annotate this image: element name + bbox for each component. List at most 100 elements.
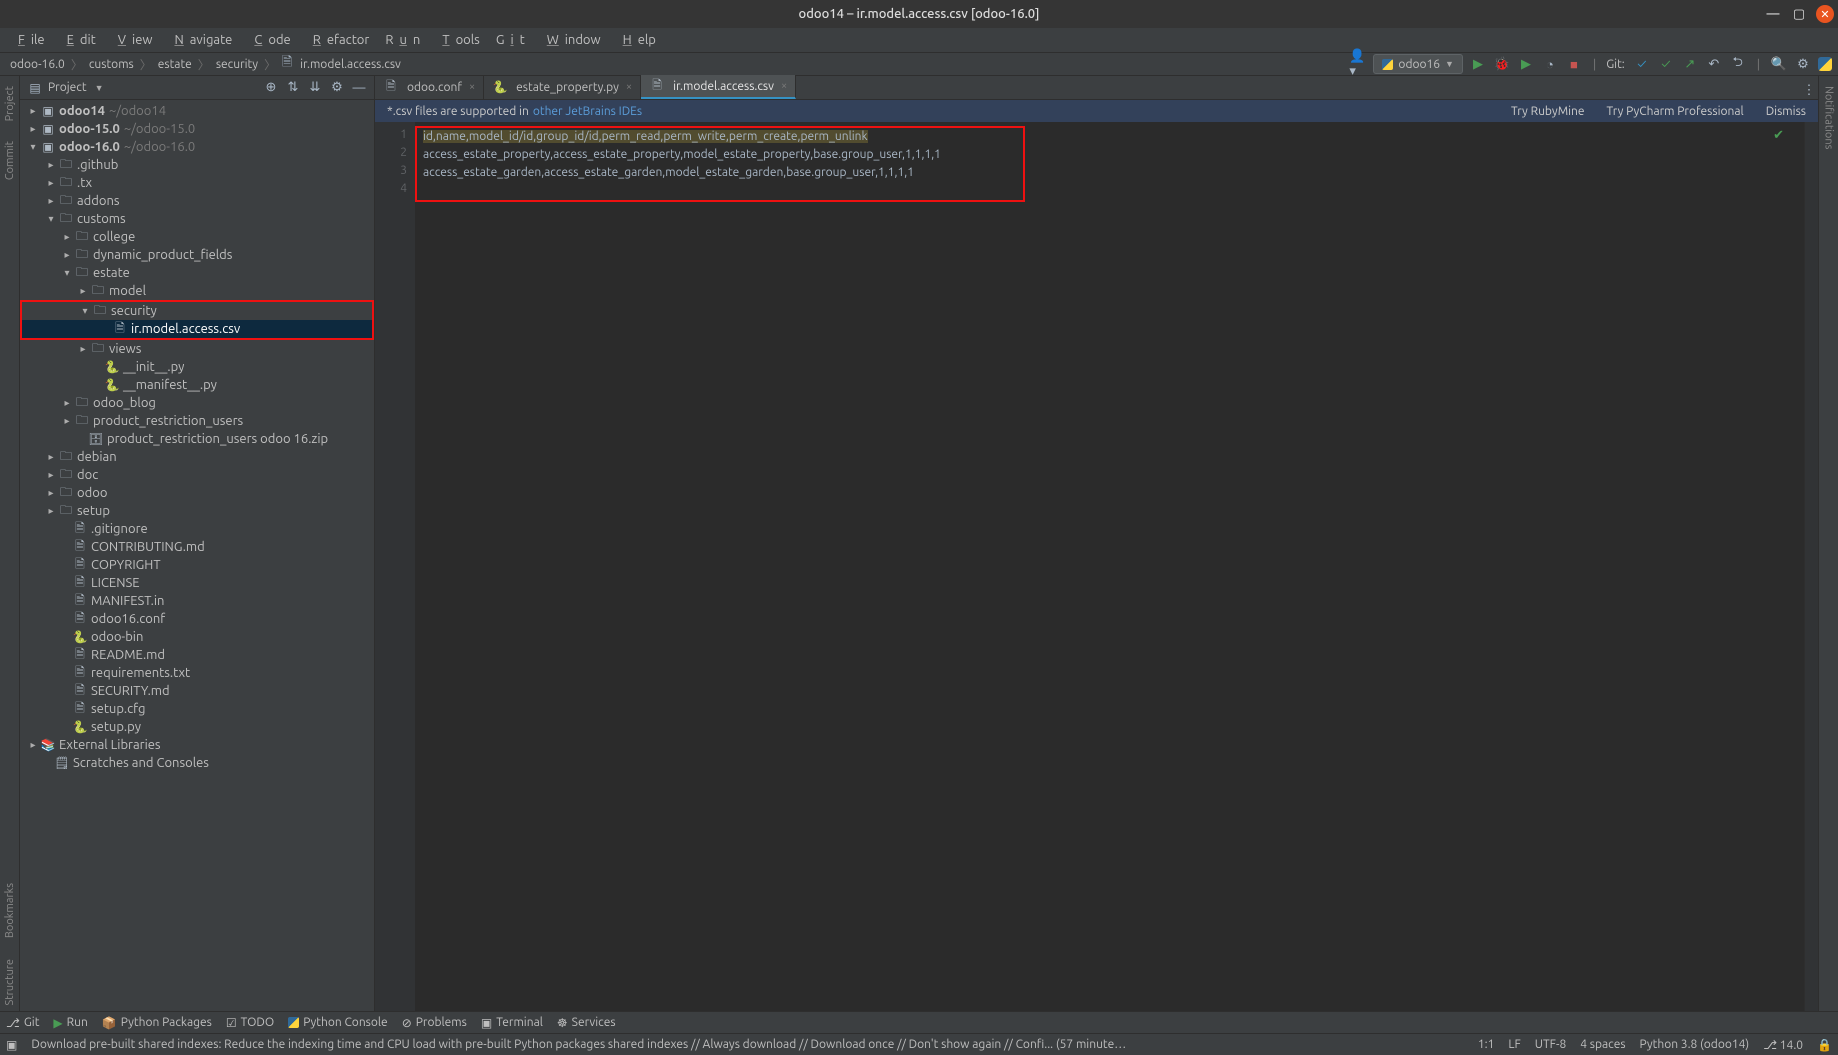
tree-gitignore[interactable]: 🗎.gitignore [20,520,374,538]
status-message[interactable]: Download pre-built shared indexes: Reduc… [31,1038,1131,1051]
vcs-update-icon[interactable]: ✓ [1633,55,1651,73]
vcs-rollback-icon[interactable]: ⮌ [1729,55,1747,73]
user-icon[interactable]: 👤▾ [1349,55,1367,73]
tool-git[interactable]: ⎇Git [6,1016,39,1030]
tool-project[interactable]: Project [4,80,16,127]
tree-model[interactable]: 🗀model [20,282,374,300]
tree-tx[interactable]: 🗀.tx [20,174,374,192]
tree-pruz[interactable]: 🗄product_restriction_users odoo 16.zip [20,430,374,448]
banner-link[interactable]: other JetBrains IDEs [533,105,642,118]
tree-doc[interactable]: 🗀doc [20,466,374,484]
tree-setup-folder[interactable]: 🗀setup [20,502,374,520]
tree-odoo16conf[interactable]: 🗎odoo16.conf [20,610,374,628]
crumb-3[interactable]: security [212,58,262,71]
debug-icon[interactable]: 🐞 [1493,55,1511,73]
tree-license[interactable]: 🗎LICENSE [20,574,374,592]
code-text[interactable]: id,name,model_id/id,group_id/id,perm_rea… [415,122,1804,1011]
tree-college[interactable]: 🗀college [20,228,374,246]
tab-odoo-conf[interactable]: 🗎odoo.conf× [375,75,484,99]
tree-github[interactable]: 🗀.github [20,156,374,174]
vcs-push-icon[interactable]: ↗ [1681,55,1699,73]
tree-odoobin[interactable]: 🐍odoo-bin [20,628,374,646]
tool-structure[interactable]: Structure [4,953,16,1012]
stop-icon[interactable]: ■ [1565,55,1583,73]
tool-terminal[interactable]: ▣Terminal [481,1016,543,1030]
profile-icon[interactable]: ◔ [1541,55,1559,73]
run-icon[interactable]: ▶ [1469,55,1487,73]
menu-window[interactable]: Window [535,33,607,47]
crumb-root[interactable]: odoo-16.0 [6,58,69,71]
file-encoding[interactable]: UTF-8 [1535,1038,1566,1051]
tree-odoo-folder[interactable]: 🗀odoo [20,484,374,502]
tree-init[interactable]: 🐍__init__.py [20,358,374,376]
caret-position[interactable]: 1:1 [1478,1038,1495,1051]
tree-iraccess[interactable]: 🗎ir.model.access.csv [22,320,372,338]
tree-contributing[interactable]: 🗎CONTRIBUTING.md [20,538,374,556]
menu-file[interactable]: File [6,33,51,47]
tool-bookmarks[interactable]: Bookmarks [4,877,16,944]
tree-views[interactable]: 🗀views [20,340,374,358]
menu-view[interactable]: View [106,33,159,47]
settings-icon[interactable]: ⚙ [1794,55,1812,73]
tree-pru[interactable]: 🗀product_restriction_users [20,412,374,430]
error-stripe[interactable] [1804,122,1818,1011]
tab-ir-model-access[interactable]: 🗎ir.model.access.csv× [641,75,796,99]
tree-addons[interactable]: 🗀addons [20,192,374,210]
run-config-select[interactable]: odoo16 ▼ [1373,54,1463,74]
tree-manifestin[interactable]: 🗎MANIFEST.in [20,592,374,610]
tree-readme[interactable]: 🗎README.md [20,646,374,664]
menu-navigate[interactable]: Navigate [162,33,238,47]
menu-git[interactable]: Git [490,33,531,47]
tool-run[interactable]: ▶Run [53,1016,87,1030]
tree-extlib[interactable]: 📚External Libraries [20,736,374,754]
tab-estate-property[interactable]: 🐍estate_property.py× [484,75,641,99]
tree-setuppy[interactable]: 🐍setup.py [20,718,374,736]
tree-security[interactable]: 🗀security [22,302,372,320]
search-icon[interactable]: 🔍 [1770,55,1788,73]
tool-services[interactable]: ☸Services [557,1016,616,1030]
run-coverage-icon[interactable]: ▶ [1517,55,1535,73]
dropdown-icon[interactable]: ▼ [95,83,104,93]
collapse-all-icon[interactable]: ⇊ [306,79,324,97]
menu-refactor[interactable]: Refactor [301,33,376,47]
dismiss-link[interactable]: Dismiss [1766,105,1806,118]
minimize-button[interactable]: — [1764,5,1782,23]
settings-gear-icon[interactable]: ⚙ [328,79,346,97]
tool-pypkg[interactable]: 📦Python Packages [102,1016,212,1030]
close-tab-icon[interactable]: × [626,81,632,93]
tool-notifications[interactable]: Notifications [1823,80,1835,155]
crumb-1[interactable]: customs [85,58,138,71]
select-opened-icon[interactable]: ⊕ [262,79,280,97]
try-rubymine-link[interactable]: Try RubyMine [1511,105,1585,118]
no-problems-icon[interactable]: ✔ [1773,126,1784,144]
hide-icon[interactable]: — [350,79,368,97]
python-icon[interactable] [1818,57,1832,71]
tool-commit[interactable]: Commit [4,135,16,186]
indent-setting[interactable]: 4 spaces [1580,1038,1625,1051]
status-bg-task-icon[interactable]: ▣ [6,1038,17,1052]
line-separator[interactable]: LF [1508,1038,1520,1051]
menu-help[interactable]: Help [611,33,662,47]
tree-securitymd[interactable]: 🗎SECURITY.md [20,682,374,700]
menu-code[interactable]: Code [242,33,296,47]
python-interpreter[interactable]: Python 3.8 (odoo14) [1640,1038,1750,1051]
tree-odoo-blog[interactable]: 🗀odoo_blog [20,394,374,412]
crumb-file[interactable]: ir.model.access.csv [296,58,405,71]
tree-dpf[interactable]: 🗀dynamic_product_fields [20,246,374,264]
tree-customs[interactable]: 🗀customs [20,210,374,228]
menu-tools[interactable]: Tools [430,33,486,47]
vcs-history-icon[interactable]: ↶ [1705,55,1723,73]
close-button[interactable]: ✕ [1816,5,1834,23]
try-pycharm-link[interactable]: Try PyCharm Professional [1607,105,1744,118]
maximize-button[interactable]: ▢ [1790,5,1808,23]
tree-estate[interactable]: 🗀estate [20,264,374,282]
tool-todo[interactable]: ☑TODO [226,1016,274,1030]
vcs-commit-icon[interactable]: ✓ [1657,55,1675,73]
tree-odoo15[interactable]: ▣odoo-15.0~/odoo-15.0 [20,120,374,138]
tool-problems[interactable]: ⊘Problems [402,1016,467,1030]
tree-copyright[interactable]: 🗎COPYRIGHT [20,556,374,574]
code-area[interactable]: 1 2 3 4 id,name,model_id/id,group_id/id,… [375,122,1818,1011]
menu-run[interactable]: Run [379,33,426,47]
tool-pyconsole[interactable]: Python Console [288,1016,388,1029]
tree-debian[interactable]: 🗀debian [20,448,374,466]
